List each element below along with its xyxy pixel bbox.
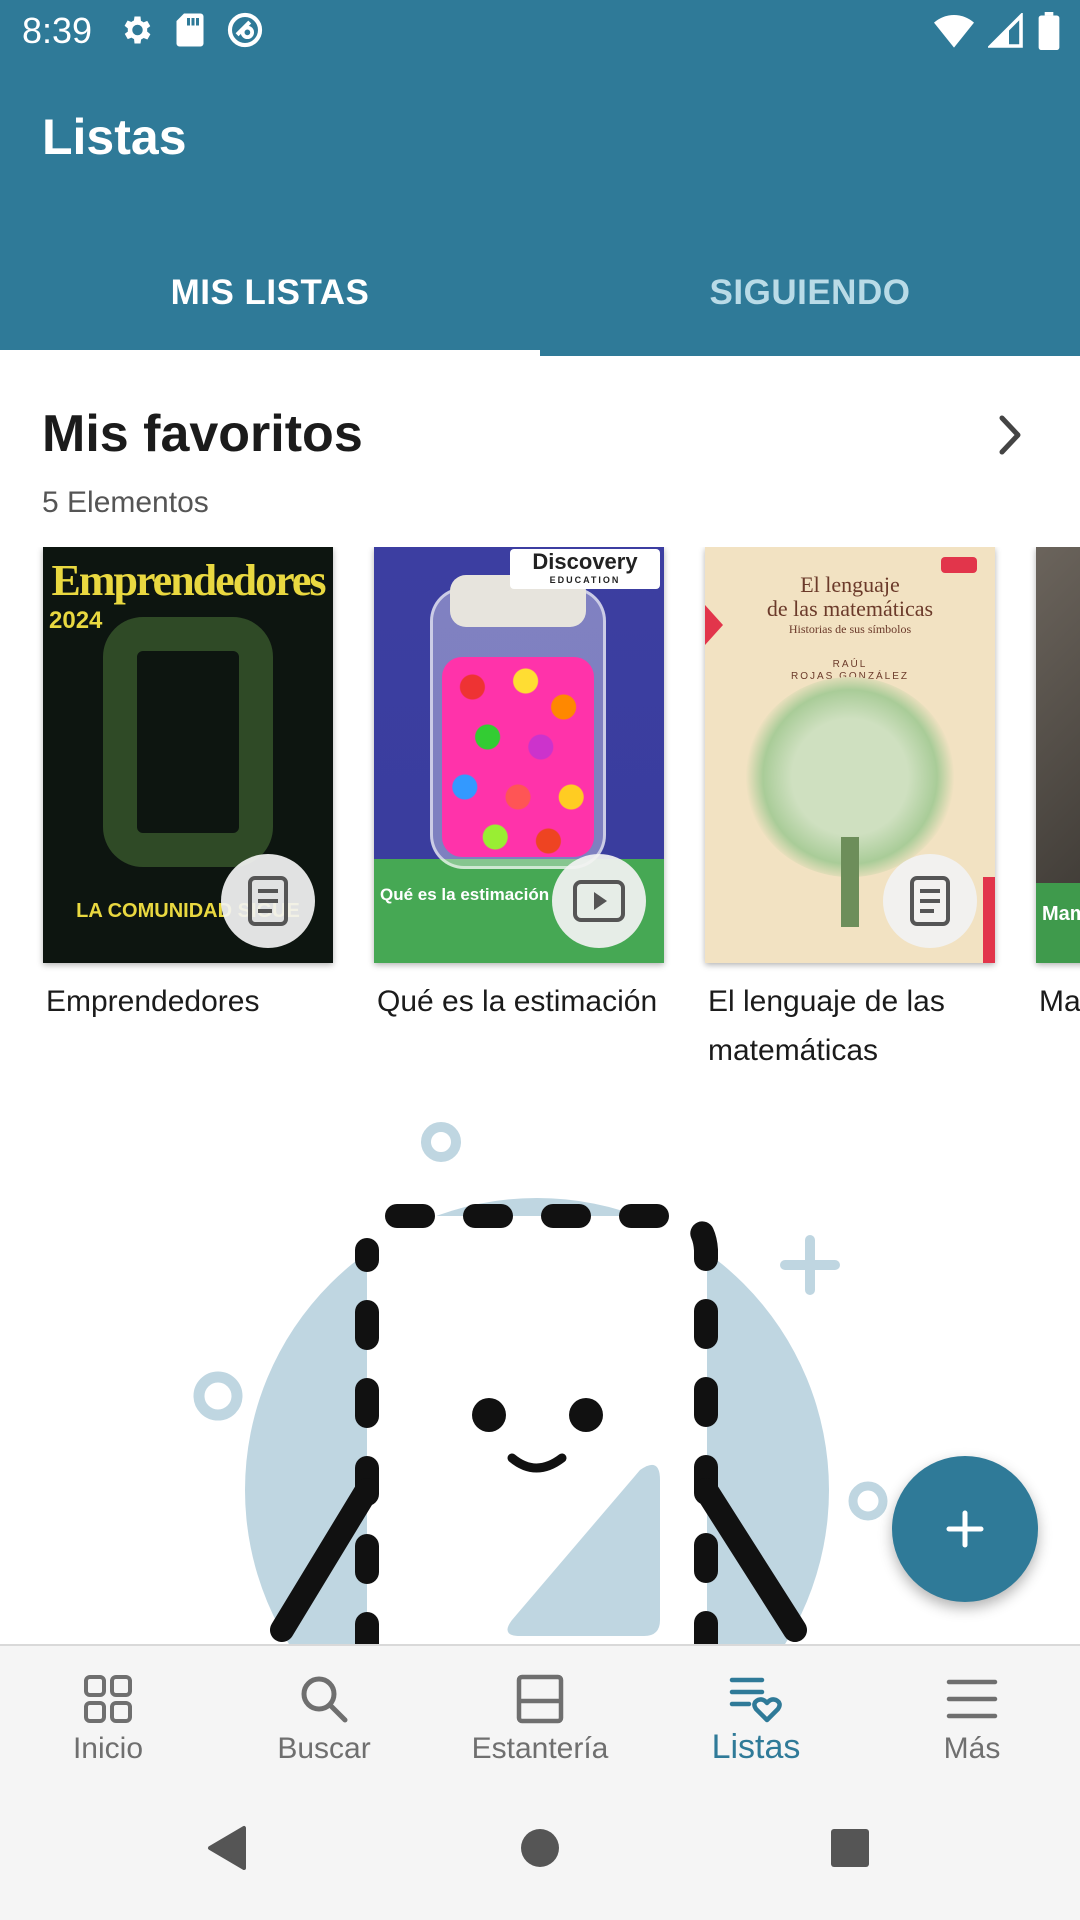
illustration-eye bbox=[569, 1398, 603, 1432]
status-time: 8:39 bbox=[22, 10, 93, 51]
decor-ring bbox=[848, 1481, 888, 1521]
illustration-eye bbox=[472, 1398, 506, 1432]
nav-item-buscar[interactable]: Buscar bbox=[216, 1646, 432, 1778]
nav-item-listas[interactable]: Listas bbox=[648, 1646, 864, 1778]
page-title: Listas bbox=[42, 109, 187, 165]
home-icon bbox=[521, 1829, 559, 1867]
document-badge bbox=[221, 854, 315, 948]
app-bar: Listas MIS LISTAS SIGUIENDO bbox=[0, 62, 1080, 356]
system-navigation bbox=[0, 1778, 1080, 1920]
nav-item-estanteria[interactable]: Estantería bbox=[432, 1646, 648, 1778]
book-title[interactable]: El lenguaje de las matemáticas bbox=[705, 977, 995, 1067]
tab-indicator bbox=[0, 350, 540, 356]
book-cover[interactable]: Mam bbox=[1036, 547, 1080, 963]
plus-icon bbox=[946, 1510, 984, 1548]
video-icon bbox=[573, 880, 625, 922]
cover-tree-trunk bbox=[841, 837, 859, 927]
cover-graphic bbox=[103, 617, 273, 867]
wifi-icon bbox=[934, 15, 974, 48]
favorites-carousel[interactable]: Emprendedores 2024 LA COMUNIDAD SIGUE Em… bbox=[0, 547, 1080, 1067]
menu-icon bbox=[946, 1679, 998, 1719]
cover-brand: Discovery EDUCATION bbox=[510, 549, 660, 589]
cover-brand-name: Discovery bbox=[532, 549, 638, 574]
nav-label: Inicio bbox=[72, 1732, 144, 1765]
tab-siguiendo[interactable]: SIGUIENDO bbox=[540, 230, 1080, 356]
bottom-navigation: Inicio Buscar Estantería Listas Más bbox=[0, 1644, 1080, 1778]
cover-title: El lenguaje de las matemáticas bbox=[705, 573, 995, 621]
nav-label: Más bbox=[943, 1732, 1001, 1765]
recents-icon bbox=[831, 1829, 869, 1867]
status-icons-right bbox=[934, 12, 1060, 50]
cover-brand-sub: EDUCATION bbox=[549, 575, 621, 585]
document-icon bbox=[248, 876, 288, 926]
book-card[interactable]: El lenguaje de las matemáticas Historias … bbox=[705, 547, 995, 1067]
sd-card-icon bbox=[176, 13, 204, 47]
cover-author-line1: RAÚL bbox=[832, 659, 868, 670]
list-heart-icon bbox=[729, 1677, 782, 1723]
cover-band: Mam bbox=[1036, 883, 1080, 963]
nav-item-inicio[interactable]: Inicio bbox=[0, 1646, 216, 1778]
video-badge bbox=[552, 854, 646, 948]
home-button[interactable] bbox=[510, 1818, 570, 1878]
cover-title-line2: de las matemáticas bbox=[766, 596, 934, 621]
battery-icon bbox=[1038, 12, 1060, 50]
vpn-key-icon bbox=[227, 12, 263, 48]
book-card[interactable]: Mam Ma bbox=[1036, 547, 1080, 1026]
book-cover[interactable]: Emprendedores 2024 LA COMUNIDAD SIGUE bbox=[43, 547, 333, 963]
book-card[interactable]: Emprendedores 2024 LA COMUNIDAD SIGUE Em… bbox=[43, 547, 333, 1026]
cover-series-badge bbox=[941, 557, 977, 573]
back-button[interactable] bbox=[196, 1818, 256, 1878]
item-count: 5 Elementos bbox=[42, 486, 209, 519]
tab-mis-listas[interactable]: MIS LISTAS bbox=[0, 230, 540, 356]
status-bar: 8:39 bbox=[0, 0, 1080, 62]
cover-spine-band bbox=[983, 877, 995, 963]
book-cover[interactable]: El lenguaje de las matemáticas Historias … bbox=[705, 547, 995, 963]
book-title[interactable]: Emprendedores bbox=[43, 977, 333, 1026]
cover-title-line1: El lenguaje bbox=[800, 572, 900, 597]
cover-jellybeans bbox=[442, 657, 594, 857]
status-icons-left bbox=[118, 11, 264, 49]
book-title[interactable]: Ma bbox=[1036, 977, 1080, 1026]
nav-item-mas[interactable]: Más bbox=[864, 1646, 1080, 1778]
tab-bar: MIS LISTAS SIGUIENDO bbox=[0, 230, 1080, 356]
book-card[interactable]: Discovery EDUCATION Qué es la estimación … bbox=[374, 547, 664, 1026]
search-icon bbox=[301, 1676, 348, 1723]
cover-subtitle: Historias de sus símbolos bbox=[788, 622, 912, 636]
decor-ring bbox=[421, 1122, 461, 1162]
chevron-right-icon[interactable] bbox=[990, 410, 1030, 460]
grid-icon bbox=[84, 1675, 132, 1723]
nav-label: Buscar bbox=[277, 1732, 371, 1765]
recents-button[interactable] bbox=[820, 1818, 880, 1878]
decor-ring bbox=[193, 1371, 243, 1421]
cover-year: 2024 bbox=[49, 607, 103, 634]
settings-icon bbox=[124, 16, 151, 44]
document-badge bbox=[883, 854, 977, 948]
cover-caption: Mam bbox=[1042, 903, 1080, 925]
decor-plus bbox=[780, 1235, 840, 1295]
document-icon bbox=[910, 876, 950, 926]
add-list-button[interactable] bbox=[892, 1456, 1038, 1602]
back-icon bbox=[208, 1826, 246, 1870]
cell-signal-icon bbox=[988, 13, 1023, 48]
cover-caption: Qué es la estimación bbox=[380, 885, 550, 904]
shelf-icon bbox=[516, 1674, 564, 1724]
nav-label: Estantería bbox=[471, 1732, 609, 1765]
book-cover[interactable]: Discovery EDUCATION Qué es la estimación bbox=[374, 547, 664, 963]
cover-title: Emprendedores bbox=[51, 556, 326, 605]
nav-label: Listas bbox=[711, 1728, 801, 1766]
book-title[interactable]: Qué es la estimación bbox=[374, 977, 664, 1026]
section-title[interactable]: Mis favoritos bbox=[42, 404, 363, 464]
